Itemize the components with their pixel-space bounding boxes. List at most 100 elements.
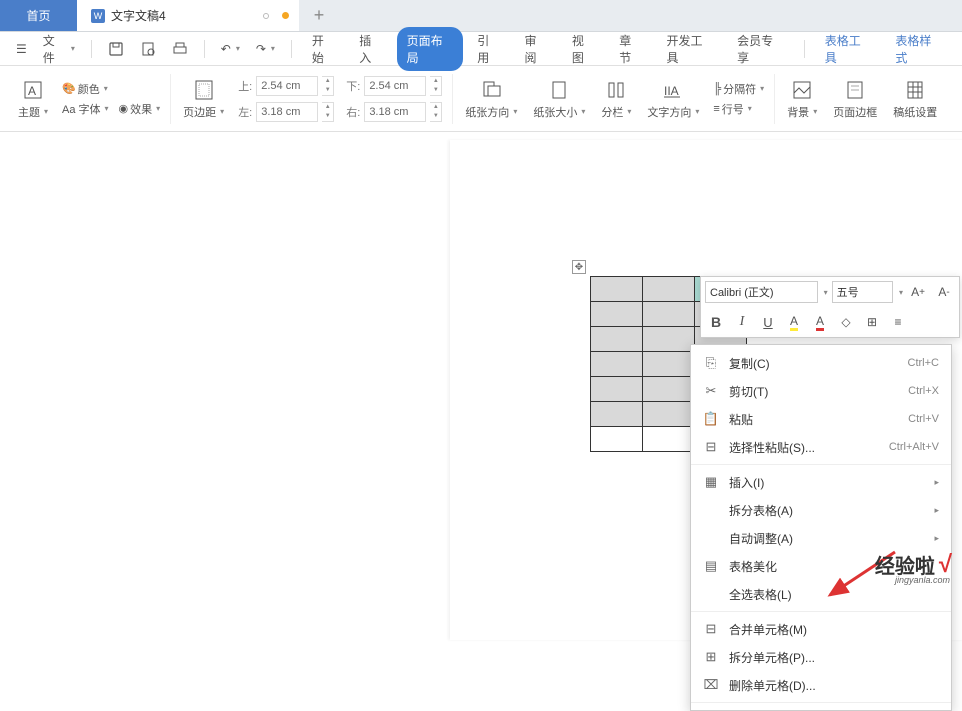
- font-name-input[interactable]: Calibri (正文): [705, 281, 818, 303]
- table-cell[interactable]: [591, 277, 643, 302]
- underline-button[interactable]: U: [757, 311, 779, 333]
- menu-review[interactable]: 审阅: [515, 27, 558, 71]
- file-menu[interactable]: 文件▾: [37, 28, 81, 70]
- menu-devtools[interactable]: 开发工具: [657, 27, 724, 71]
- breaks-button[interactable]: ╠分隔符▾: [713, 81, 764, 97]
- menu-view[interactable]: 视图: [562, 27, 605, 71]
- new-tab-button[interactable]: +: [299, 0, 339, 31]
- chevron-down-icon[interactable]: ▾: [824, 288, 828, 297]
- borders-button[interactable]: ⊞: [861, 311, 883, 333]
- tab-document[interactable]: W 文字文稿4: [77, 0, 299, 31]
- tab-home[interactable]: 首页: [0, 0, 77, 31]
- table-cell[interactable]: [643, 427, 695, 452]
- margin-top-spinner[interactable]: ▲▼: [322, 76, 334, 96]
- cut-icon: ✂: [703, 383, 719, 399]
- ctx-paste[interactable]: 📋粘贴Ctrl+V: [691, 405, 951, 433]
- line-number-button[interactable]: ≡行号▾: [713, 101, 764, 117]
- increase-font-button[interactable]: A+: [907, 281, 929, 303]
- ctx-cut[interactable]: ✂剪切(T)Ctrl+X: [691, 377, 951, 405]
- menu-page-layout[interactable]: 页面布局: [397, 27, 464, 71]
- table-move-handle[interactable]: ✥: [572, 260, 586, 274]
- ctx-split-cells[interactable]: ⊞拆分单元格(P)...: [691, 643, 951, 671]
- highlight-button[interactable]: A: [783, 311, 805, 333]
- ctx-split-table[interactable]: 拆分表格(A)▸: [691, 496, 951, 524]
- orientation-button[interactable]: 纸张方向▾: [457, 70, 525, 127]
- margin-right-spinner[interactable]: ▲▼: [430, 102, 442, 122]
- table-cell[interactable]: [643, 377, 695, 402]
- ctx-auto-adjust[interactable]: 自动调整(A)▸: [691, 524, 951, 552]
- page-border-icon: [843, 78, 867, 102]
- ctx-merge-cells[interactable]: ⊟合并单元格(M): [691, 615, 951, 643]
- margin-bottom-spinner[interactable]: ▲▼: [430, 76, 442, 96]
- text-direction-button[interactable]: IIA 文字方向▾: [639, 70, 707, 127]
- font-color-button[interactable]: A: [809, 311, 831, 333]
- manuscript-icon: [903, 78, 927, 102]
- font-size-input[interactable]: 五号: [832, 281, 893, 303]
- background-icon: [790, 78, 814, 102]
- table-cell[interactable]: [643, 302, 695, 327]
- chevron-down-icon[interactable]: ▾: [899, 288, 903, 297]
- bold-button[interactable]: B: [705, 311, 727, 333]
- table-cell[interactable]: [591, 427, 643, 452]
- table-cell[interactable]: [591, 327, 643, 352]
- print-icon[interactable]: [166, 37, 194, 61]
- menu-table-tools[interactable]: 表格工具: [815, 27, 882, 71]
- table-cell[interactable]: [591, 377, 643, 402]
- table-cell[interactable]: [591, 302, 643, 327]
- table-cell[interactable]: [643, 352, 695, 377]
- ctx-delete-cells[interactable]: ⌧删除单元格(D)...: [691, 671, 951, 699]
- ctx-paste-special[interactable]: ⊟选择性粘贴(S)...Ctrl+Alt+V: [691, 433, 951, 461]
- undo-button[interactable]: ↶▾: [215, 38, 246, 60]
- shading-button[interactable]: ◇: [835, 311, 857, 333]
- align-button[interactable]: ≡: [887, 311, 909, 333]
- redo-button[interactable]: ↷▾: [250, 38, 281, 60]
- print-preview-icon[interactable]: [134, 37, 162, 61]
- italic-button[interactable]: I: [731, 311, 753, 333]
- svg-text:IIA: IIA: [664, 84, 679, 98]
- menu-start[interactable]: 开始: [302, 27, 345, 71]
- margin-left-input[interactable]: 3.18 cm: [256, 102, 318, 122]
- ctx-copy[interactable]: ⎘复制(C)Ctrl+C: [691, 349, 951, 377]
- menu-table-style[interactable]: 表格样式: [885, 27, 952, 71]
- hamburger-icon[interactable]: ☰: [10, 38, 33, 60]
- color-button[interactable]: 🎨颜色▾: [62, 81, 160, 97]
- page-border-button[interactable]: 页面边框: [825, 70, 885, 127]
- table-cell[interactable]: [591, 352, 643, 377]
- orientation-icon: [479, 78, 503, 102]
- context-menu: ⎘复制(C)Ctrl+C ✂剪切(T)Ctrl+X 📋粘贴Ctrl+V ⊟选择性…: [690, 344, 952, 711]
- columns-button[interactable]: 分栏▾: [593, 70, 639, 127]
- separator: [691, 464, 951, 465]
- margin-top-input[interactable]: 2.54 cm: [256, 76, 318, 96]
- watermark-url: jingyanla.com: [895, 575, 950, 585]
- separator: [452, 74, 453, 124]
- page-margin-button[interactable]: 页边距▾: [175, 70, 232, 127]
- effect-button[interactable]: ◉效果▾: [119, 101, 161, 117]
- menu-insert[interactable]: 插入: [349, 27, 392, 71]
- margin-top-label: 上:: [238, 78, 252, 94]
- margin-bottom-input[interactable]: 2.54 cm: [364, 76, 426, 96]
- paste-icon: 📋: [703, 411, 719, 427]
- table-cell[interactable]: [643, 277, 695, 302]
- theme-icon: A: [21, 78, 45, 102]
- table-cell[interactable]: [591, 402, 643, 427]
- svg-text:A: A: [28, 84, 36, 98]
- table-cell[interactable]: [643, 402, 695, 427]
- tab-doc-label: 文字文稿4: [111, 7, 166, 24]
- background-button[interactable]: 背景▾: [779, 70, 825, 127]
- table-cell[interactable]: [643, 327, 695, 352]
- save-icon[interactable]: [102, 37, 130, 61]
- theme-button[interactable]: A 主题▾: [10, 70, 56, 127]
- menu-member[interactable]: 会员专享: [727, 27, 794, 71]
- margin-right-input[interactable]: 3.18 cm: [364, 102, 426, 122]
- manuscript-button[interactable]: 稿纸设置: [885, 70, 945, 127]
- margin-left-spinner[interactable]: ▲▼: [322, 102, 334, 122]
- delete-icon: ⌧: [703, 677, 719, 693]
- paper-size-button[interactable]: 纸张大小▾: [525, 70, 593, 127]
- menu-chapter[interactable]: 章节: [609, 27, 652, 71]
- font-button[interactable]: Aa 字体▾: [62, 101, 109, 117]
- status-dot-icon: [282, 12, 289, 19]
- ctx-insert[interactable]: ▦插入(I)▸: [691, 468, 951, 496]
- margin-left-label: 左:: [238, 104, 252, 120]
- menu-reference[interactable]: 引用: [467, 27, 510, 71]
- decrease-font-button[interactable]: A-: [933, 281, 955, 303]
